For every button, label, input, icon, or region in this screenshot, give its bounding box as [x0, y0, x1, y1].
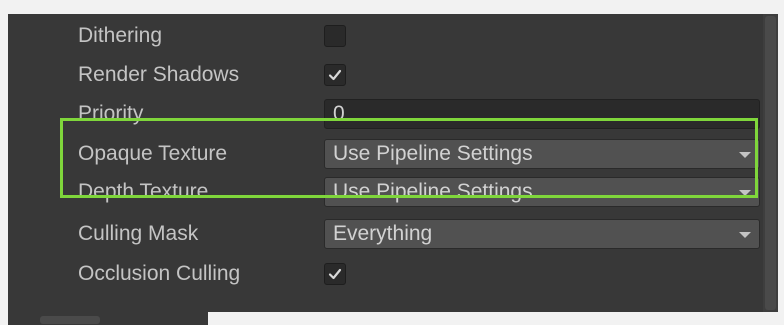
- checkmark-icon: [328, 268, 342, 280]
- checkmark-icon: [328, 69, 342, 81]
- property-row-dithering: Dithering: [8, 18, 763, 54]
- culling-mask-label: Culling Mask: [78, 222, 199, 245]
- render-shadows-label: Render Shadows: [78, 63, 240, 86]
- dithering-label: Dithering: [78, 24, 163, 47]
- panel-bottom-strip: [8, 312, 208, 325]
- property-row-render-shadows: Render Shadows: [8, 57, 763, 93]
- next-section-header: [40, 316, 100, 324]
- property-row-culling-mask: Culling Mask Everything: [8, 216, 763, 252]
- culling-mask-value: Everything: [333, 222, 433, 245]
- occlusion-culling-label: Occlusion Culling: [78, 262, 241, 285]
- scrollbar-thumb[interactable]: [765, 16, 776, 310]
- culling-mask-dropdown[interactable]: Everything: [324, 219, 760, 249]
- vertical-scrollbar[interactable]: [763, 14, 778, 312]
- highlight-box: [60, 118, 758, 198]
- occlusion-culling-checkbox[interactable]: [324, 263, 346, 285]
- dithering-checkbox[interactable]: [324, 25, 346, 47]
- dropdown-arrow-icon: [739, 232, 751, 238]
- property-row-occlusion-culling: Occlusion Culling: [8, 256, 763, 292]
- render-shadows-checkbox[interactable]: [324, 64, 346, 86]
